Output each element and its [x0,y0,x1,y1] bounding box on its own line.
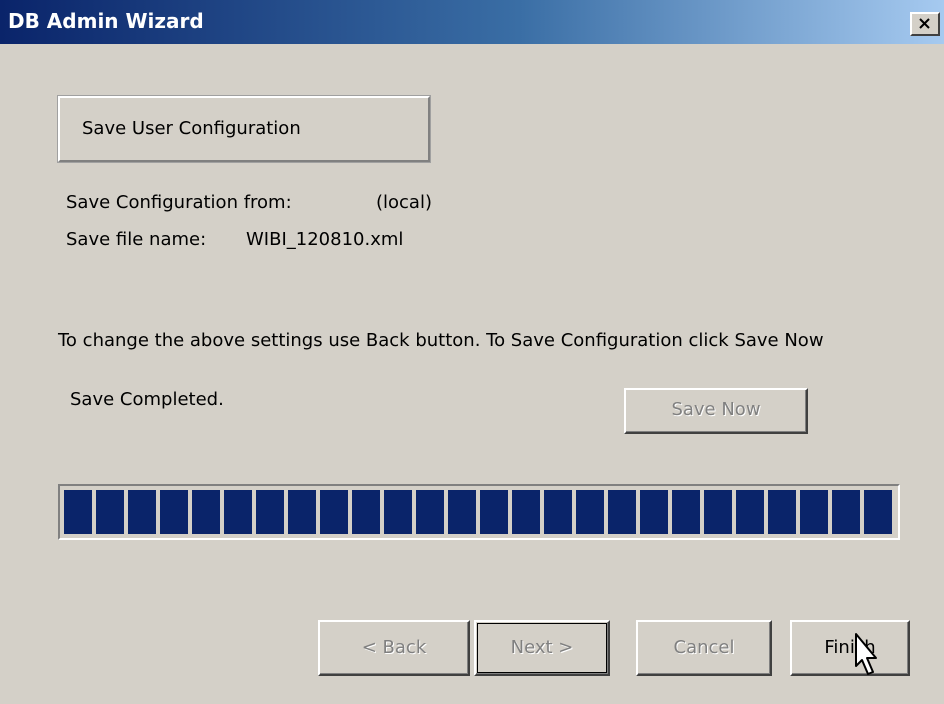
status-text: Save Completed. [70,389,224,410]
save-from-value: (local) [376,192,432,213]
save-from-label: Save Configuration from: [66,192,292,213]
title-bar[interactable]: DB Admin Wizard [0,0,944,44]
back-button[interactable]: < Back [318,620,470,676]
progress-bar-fill [64,490,894,534]
save-file-label: Save file name: [66,229,207,250]
mouse-cursor-icon [855,633,877,675]
section-header-box: Save User Configuration [57,95,431,163]
window-title: DB Admin Wizard [8,9,204,33]
save-file-value: WIBI_120810.xml [246,229,404,250]
next-button[interactable]: Next > [474,620,610,676]
cancel-button[interactable]: Cancel [636,620,772,676]
save-now-button[interactable]: Save Now [624,388,808,434]
close-button[interactable] [910,12,940,36]
close-icon [919,18,930,29]
progress-bar [58,484,900,540]
instructions-text: To change the above settings use Back bu… [58,330,824,351]
section-title: Save User Configuration [82,118,301,139]
db-admin-wizard-window: DB Admin Wizard Save User Configuration … [0,0,944,704]
